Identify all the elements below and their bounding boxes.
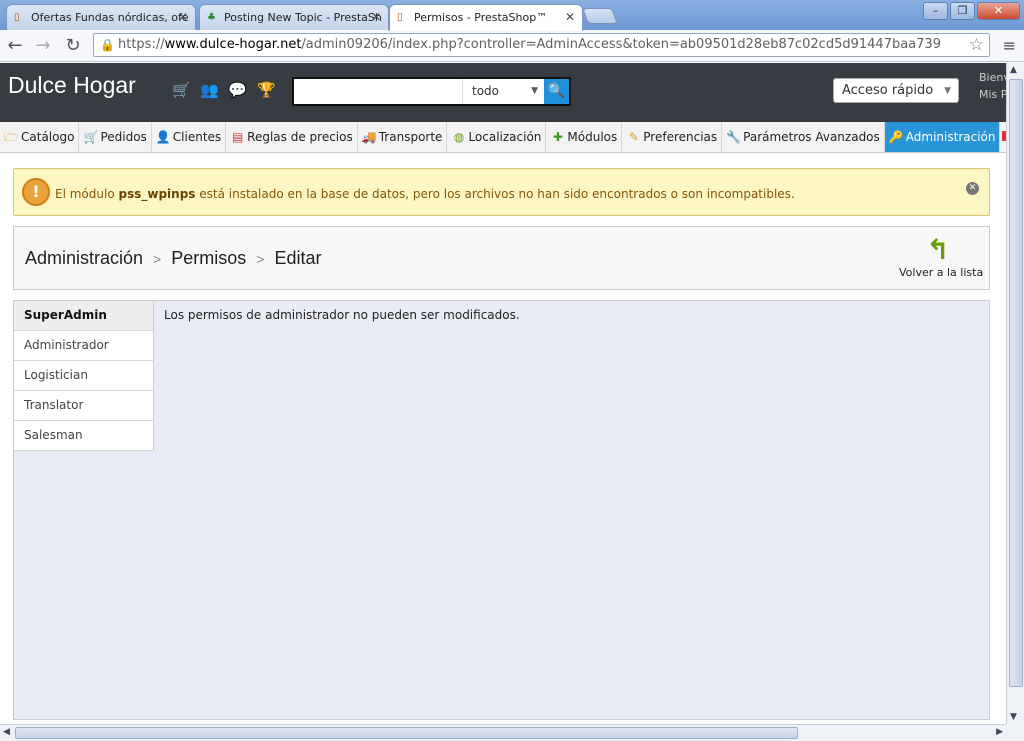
my-preferences-link[interactable]: Mis P xyxy=(979,86,1006,103)
search-scope-select[interactable]: todo ▼ xyxy=(462,79,544,104)
url-text: https://www.dulce-hogar.net/admin09206/i… xyxy=(118,37,941,52)
return-arrow-icon: ↰ xyxy=(926,233,950,266)
scroll-left-icon[interactable]: ◀ xyxy=(3,727,10,737)
menu-item-pedidos[interactable]: 🛒 Pedidos xyxy=(79,122,152,152)
browser-tab-bar: ▯ Ofertas Fundas nórdicas, ofe ✕ ♣ Posti… xyxy=(0,0,1024,31)
quick-access-dropdown[interactable]: Acceso rápido ▼ xyxy=(833,78,959,103)
user-icon[interactable]: 👥 xyxy=(200,81,219,99)
admin-header: Dulce Hogar 🛒 👥 💬 🏆 todo ▼ 🔍 Acceso rápi… xyxy=(0,63,1006,122)
module-warning-alert: ! El módulo pss_wpinps está instalado en… xyxy=(13,168,990,216)
forum-favicon-icon: ♣ xyxy=(207,12,216,23)
back-to-list-button[interactable]: ↰ Volver a la lista xyxy=(899,233,983,280)
new-tab-button[interactable] xyxy=(582,8,618,24)
user-greeting: Bienv Mis P xyxy=(979,69,1006,103)
tab-close-icon[interactable]: ✕ xyxy=(371,10,381,24)
truck-icon: 🚚 xyxy=(361,130,377,144)
close-icon[interactable]: ✕ xyxy=(966,182,979,195)
cart-icon: 🛒 xyxy=(83,130,99,144)
chevron-right-icon: > xyxy=(256,251,265,267)
bookmark-star-icon[interactable]: ☆ xyxy=(969,35,984,55)
prestashop-favicon-icon: ▯ xyxy=(14,12,20,23)
breadcrumb-item-administracion: Administración xyxy=(25,248,144,268)
restore-icon[interactable]: ❐ xyxy=(950,2,975,20)
key-icon: 🔑 xyxy=(888,130,904,144)
edit-icon: ✎ xyxy=(628,130,639,144)
profile-superadmin[interactable]: SuperAdmin xyxy=(14,301,154,331)
browser-menu-icon[interactable]: ≡ xyxy=(1003,36,1016,55)
search-icon: 🔍 xyxy=(547,83,566,99)
breadcrumb-item-editar: Editar xyxy=(274,248,322,268)
browser-toolbar: ← → ↻ 🔒 https://www.dulce-hogar.net/admi… xyxy=(0,30,1024,62)
minimize-icon[interactable]: – xyxy=(923,2,948,20)
scroll-down-icon[interactable]: ▼ xyxy=(1010,712,1017,722)
profile-salesman[interactable]: Salesman xyxy=(14,421,154,451)
tab-title: Permisos - PrestaShop™ xyxy=(414,11,548,24)
price-rule-icon: ▤ xyxy=(232,130,244,144)
permissions-panel: SuperAdmin Administrador Logistician Tra… xyxy=(13,300,990,720)
warning-text: El módulo pss_wpinps está instalado en l… xyxy=(55,187,795,201)
search-input[interactable] xyxy=(296,81,456,102)
close-window-icon[interactable]: ✕ xyxy=(977,2,1020,20)
user-icon: 👤 xyxy=(155,130,171,144)
profile-logistician[interactable]: Logistician xyxy=(14,361,154,391)
menu-item-preferencias[interactable]: ✎ Preferencias xyxy=(622,122,723,152)
chevron-down-icon: ▼ xyxy=(944,86,951,96)
warning-icon: ! xyxy=(22,178,50,206)
globe-icon: ◍ xyxy=(453,130,465,144)
browser-tab-ofertas[interactable]: ▯ Ofertas Fundas nórdicas, ofe ✕ xyxy=(6,4,196,30)
scrollbar-corner xyxy=(1006,724,1024,741)
breadcrumb-item-permisos: Permisos xyxy=(171,248,247,268)
search-button[interactable]: 🔍 xyxy=(544,79,569,104)
breadcrumb: Administración > Permisos > Editar xyxy=(25,248,321,269)
scroll-right-icon[interactable]: ▶ xyxy=(996,727,1003,737)
chat-icon[interactable]: 💬 xyxy=(228,81,247,99)
prestashop-favicon-icon: ▯ xyxy=(397,12,403,23)
chevron-right-icon: > xyxy=(153,251,162,267)
folder-icon: 🗁 xyxy=(4,130,19,144)
wrench-icon: 🔧 xyxy=(726,130,742,144)
tab-title: Ofertas Fundas nórdicas, ofe xyxy=(31,11,189,24)
shop-name[interactable]: Dulce Hogar xyxy=(8,72,136,99)
browser-tab-posting[interactable]: ♣ Posting New Topic - PrestaSh ✕ xyxy=(199,4,389,30)
search-form: todo ▼ 🔍 xyxy=(292,77,571,106)
profile-administrador[interactable]: Administrador xyxy=(14,331,154,361)
menu-item-parametros-avanzados[interactable]: 🔧 Parámetros Avanzados xyxy=(722,122,885,152)
main-menu: 🗁 Catálogo 🛒 Pedidos 👤 Clientes ▤ Reglas de pre… xyxy=(0,122,1006,153)
lock-icon: 🔒 xyxy=(100,38,115,52)
menu-item-transporte[interactable]: 🚚 Transporte xyxy=(358,122,448,152)
profile-translator[interactable]: Translator xyxy=(14,391,154,421)
vertical-scroll-thumb[interactable] xyxy=(1009,79,1023,687)
vertical-scrollbar[interactable]: ▲ ▼ xyxy=(1006,63,1024,724)
browser-tab-permisos[interactable]: ▯ Permisos - PrestaShop™ ✕ xyxy=(389,4,583,31)
menu-item-catalogo[interactable]: 🗁 Catálogo xyxy=(0,122,80,152)
window-controls: – ❐ ✕ xyxy=(921,2,1020,20)
menu-item-localizacion[interactable]: ◍ Localización xyxy=(447,122,547,152)
menu-item-reglas-precios[interactable]: ▤ Reglas de precios xyxy=(226,122,358,152)
menu-item-clientes[interactable]: 👤 Clientes xyxy=(152,122,227,152)
tab-title: Posting New Topic - PrestaSh xyxy=(224,11,382,24)
puzzle-icon: ✚ xyxy=(552,130,563,144)
back-arrow-icon[interactable]: ← xyxy=(4,35,26,57)
tab-close-icon[interactable]: ✕ xyxy=(178,10,188,24)
trophy-icon[interactable]: 🏆 xyxy=(257,81,276,99)
profile-list: SuperAdmin Administrador Logistician Tra… xyxy=(14,301,154,451)
horizontal-scrollbar[interactable]: ◀ ▶ xyxy=(0,724,1006,741)
forward-arrow-icon[interactable]: → xyxy=(32,35,54,57)
horizontal-scroll-thumb[interactable] xyxy=(15,727,798,739)
permission-message: Los permisos de administrador no pueden … xyxy=(164,308,520,322)
menu-item-modulos[interactable]: ✚ Módulos xyxy=(546,122,623,152)
address-bar[interactable]: 🔒 https://www.dulce-hogar.net/admin09206… xyxy=(93,33,990,57)
chevron-down-icon: ▼ xyxy=(531,86,538,96)
page-toolbar: Administración > Permisos > Editar ↰ Volver … xyxy=(13,226,990,290)
menu-item-administracion[interactable]: 🔑 Administración xyxy=(884,122,1001,152)
tab-close-icon[interactable]: ✕ xyxy=(565,10,575,24)
scroll-up-icon[interactable]: ▲ xyxy=(1010,65,1017,75)
reload-icon[interactable]: ↻ xyxy=(62,35,84,57)
cart-icon[interactable]: 🛒 xyxy=(172,81,191,99)
